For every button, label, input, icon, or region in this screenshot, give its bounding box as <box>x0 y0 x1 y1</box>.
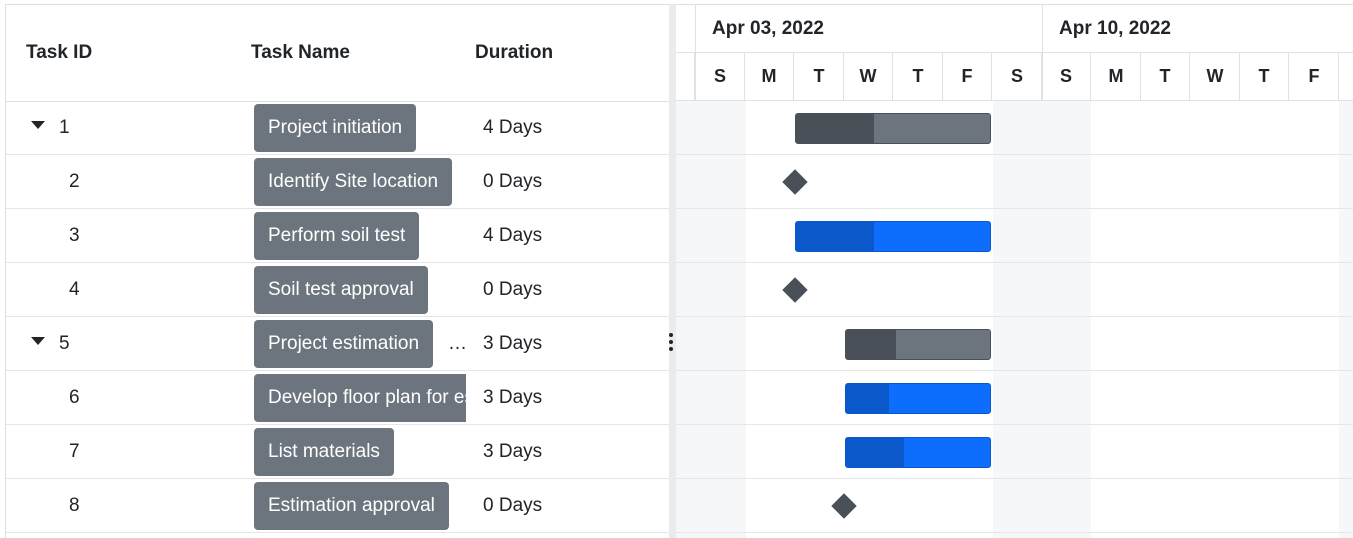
task-bar[interactable] <box>795 221 991 252</box>
task-progress <box>796 114 874 143</box>
task-duration: 4 Days <box>483 225 543 246</box>
day-label: S <box>696 53 745 100</box>
task-name: Develop floor plan for estimation <box>254 374 466 422</box>
table-row[interactable]: 8 Estimation approval 0 Days <box>6 479 670 533</box>
day-label: M <box>745 53 794 100</box>
day-label: T <box>894 53 943 100</box>
task-duration: 0 Days <box>483 495 543 516</box>
task-id: 8 <box>69 495 80 516</box>
task-name-cell[interactable]: Develop floor plan for estimation <box>254 374 466 422</box>
task-id: 2 <box>69 171 80 192</box>
task-progress <box>846 384 890 413</box>
day-label: W <box>844 53 893 100</box>
task-duration: 3 Days <box>483 387 543 408</box>
overflow-ellipsis: … <box>448 333 467 354</box>
table-row[interactable]: 1 Project initiation 4 Days <box>6 101 670 155</box>
task-id: 4 <box>69 279 80 300</box>
task-id: 6 <box>69 387 80 408</box>
task-id: 7 <box>69 441 80 462</box>
day-label: S <box>1042 53 1091 100</box>
day-label: F <box>943 53 992 100</box>
task-name: Perform soil test <box>254 212 420 260</box>
task-name: List materials <box>254 428 394 476</box>
column-header-task-name[interactable]: Task Name <box>251 5 350 101</box>
column-header-duration[interactable]: Duration <box>475 5 553 101</box>
chart-row <box>676 263 1353 317</box>
task-name: Estimation approval <box>254 482 449 530</box>
task-id: 5 <box>59 333 70 354</box>
day-label: M <box>1092 53 1141 100</box>
day-label: T <box>1141 53 1190 100</box>
task-duration: 3 Days <box>483 441 543 462</box>
day-label: W <box>1191 53 1240 100</box>
day-label: S <box>676 53 695 100</box>
splitter[interactable] <box>669 4 676 538</box>
table-row[interactable]: 4 Soil test approval 0 Days <box>6 263 670 317</box>
parent-task-bar[interactable] <box>795 113 991 144</box>
task-name-cell[interactable]: Estimation approval <box>254 482 466 530</box>
task-duration: 3 Days <box>483 333 543 354</box>
table-row[interactable]: 6 Develop floor plan for estimation 3 Days <box>6 371 670 425</box>
timeline-chart: Apr 03, 2022 Apr 10, 2022 SSMTWTFSSMTWTF <box>676 4 1353 538</box>
week-label: Apr 03, 2022 <box>712 18 824 39</box>
task-name: Project estimation <box>254 320 434 368</box>
task-duration: 0 Days <box>483 279 543 300</box>
task-name-cell[interactable]: Identify Site location <box>254 158 466 206</box>
gantt-chart: Task ID Task Name Duration 1 Project init… <box>0 0 1353 538</box>
table-row[interactable]: 7 List materials 3 Days <box>6 425 670 479</box>
task-name-cell[interactable]: Project initiation <box>254 104 466 152</box>
splitter-grip-icon[interactable] <box>668 331 674 353</box>
chart-row <box>676 371 1353 425</box>
timeline-day-header: SSMTWTFSSMTWTF <box>676 53 1353 101</box>
parent-task-bar[interactable] <box>845 329 991 360</box>
task-progress <box>846 438 904 467</box>
task-progress <box>846 330 897 359</box>
week-separator <box>695 5 696 101</box>
task-bar[interactable] <box>845 437 991 468</box>
task-grid: Task ID Task Name Duration 1 Project init… <box>5 4 670 538</box>
chart-row <box>676 209 1353 263</box>
task-name-cell[interactable]: Soil test approval <box>254 266 466 314</box>
task-name: Project initiation <box>254 104 417 152</box>
task-id: 1 <box>59 117 70 138</box>
task-name: Soil test approval <box>254 266 428 314</box>
week-separator <box>1042 5 1043 101</box>
day-label: T <box>1240 53 1289 100</box>
grid-header: Task ID Task Name Duration <box>6 5 670 102</box>
task-id: 3 <box>69 225 80 246</box>
task-duration: 4 Days <box>483 117 543 138</box>
day-label: T <box>795 53 844 100</box>
chart-row <box>676 479 1353 533</box>
day-label: S <box>993 53 1042 100</box>
task-progress <box>796 222 874 251</box>
column-header-task-id[interactable]: Task ID <box>26 5 92 101</box>
task-bar[interactable] <box>845 383 991 414</box>
timeline-week-header: Apr 03, 2022 Apr 10, 2022 <box>676 5 1353 53</box>
day-label: F <box>1290 53 1339 100</box>
task-name-cell[interactable]: Perform soil test <box>254 212 466 260</box>
chart-row <box>676 101 1353 155</box>
task-name-cell[interactable]: Project estimation <box>254 320 466 368</box>
table-row[interactable]: 5 Project estimation … 3 Days <box>6 317 670 371</box>
chart-row <box>676 425 1353 479</box>
collapse-caret-icon[interactable] <box>31 121 45 129</box>
chart-row <box>676 155 1353 209</box>
task-name: Identify Site location <box>254 158 453 206</box>
task-name-cell[interactable]: List materials <box>254 428 466 476</box>
chart-row <box>676 317 1353 371</box>
task-duration: 0 Days <box>483 171 543 192</box>
table-row[interactable]: 2 Identify Site location 0 Days <box>6 155 670 209</box>
collapse-caret-icon[interactable] <box>31 337 45 345</box>
week-label: Apr 10, 2022 <box>1059 18 1171 39</box>
table-row[interactable]: 3 Perform soil test 4 Days <box>6 209 670 263</box>
